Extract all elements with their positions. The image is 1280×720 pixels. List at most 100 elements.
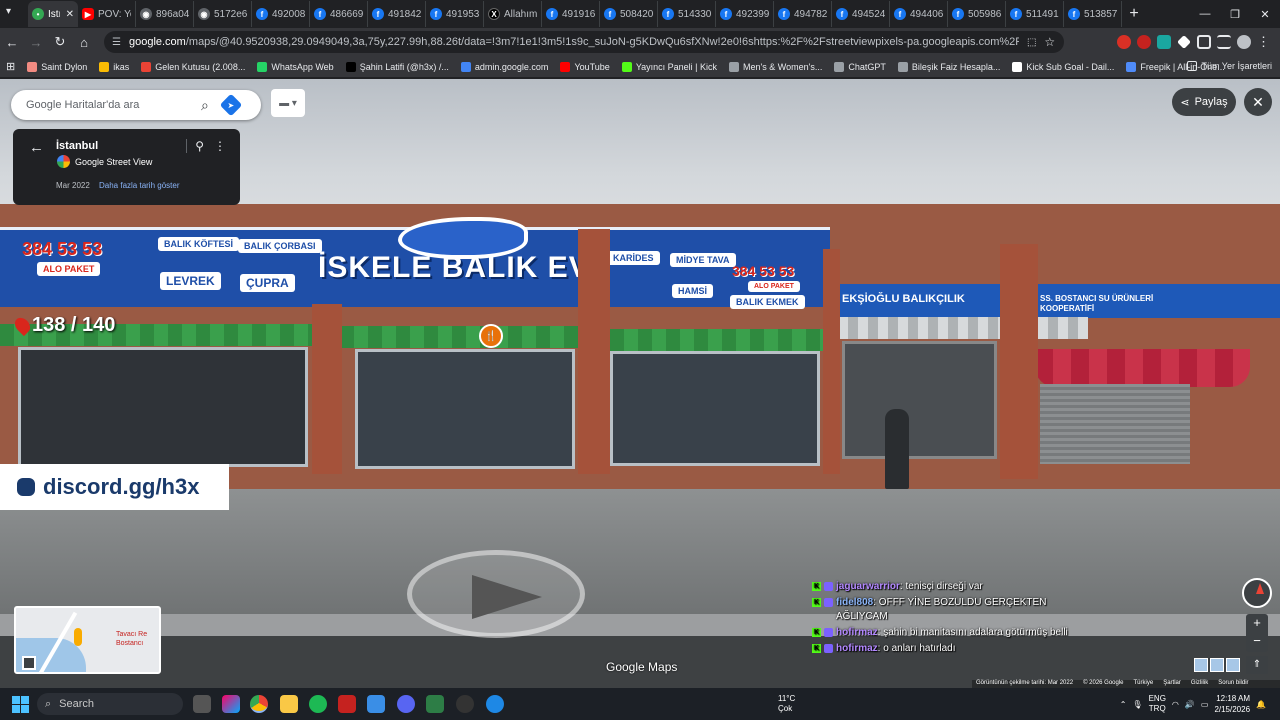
share-button[interactable]: ⋖ Paylaş <box>1172 88 1236 116</box>
bookmark-item[interactable]: admin.google.com <box>460 61 548 72</box>
bookmark-item[interactable]: ChatGPT <box>834 61 886 72</box>
tab[interactable]: f 514330 <box>658 1 716 27</box>
bookmark-item[interactable]: Saint Dylon <box>27 61 87 72</box>
tab[interactable]: ◉ 896a04 <box>136 1 194 27</box>
extension-icon-red[interactable] <box>1117 35 1131 49</box>
bookmark-item[interactable]: Kick Sub Goal - Dail... <box>1012 61 1114 72</box>
close-window-icon[interactable]: ✕ <box>1250 0 1280 28</box>
close-tab-icon[interactable]: ✕ <box>66 9 74 20</box>
weather-widget[interactable]: 11°C Çok <box>778 694 795 714</box>
restaurant-marker-icon[interactable]: 🍴 <box>479 324 503 348</box>
fullscreen-icon[interactable] <box>22 656 36 670</box>
bookmark-item[interactable]: Şahin Latifi (@h3x) /... <box>345 61 449 72</box>
url-text[interactable]: google.com/maps/@40.9520938,29.0949049,3… <box>129 36 1019 48</box>
tab[interactable]: f 491842 <box>368 1 426 27</box>
profile-avatar-icon[interactable] <box>1237 35 1251 49</box>
tab[interactable]: f 511491 <box>1006 1 1064 27</box>
taskbar-search[interactable]: ⌕ Search <box>37 693 183 715</box>
discord-taskbar-icon[interactable] <box>397 695 415 713</box>
extension-icon-diamond[interactable] <box>1177 35 1191 49</box>
tab[interactable]: X Allahım <box>484 1 542 27</box>
zoom-out-button[interactable]: − <box>1246 632 1268 650</box>
back-icon[interactable]: ← <box>0 30 24 54</box>
tab[interactable]: f 491916 <box>542 1 600 27</box>
bookmark-item[interactable]: ikas <box>99 61 129 72</box>
menu-kebab-icon[interactable]: ⋮ <box>1257 34 1270 50</box>
maps-search-box[interactable]: Google Haritalar'da ara ⌕ ➤ <box>11 90 261 120</box>
obs-icon[interactable] <box>456 695 474 713</box>
tab[interactable]: f 513857 <box>1064 1 1122 27</box>
tray-chevron-icon[interactable]: ⌃ <box>1120 700 1127 709</box>
tab[interactable]: ◉ 5172e6 <box>194 1 252 27</box>
terminal-icon[interactable] <box>426 695 444 713</box>
search-icon[interactable]: ⌕ <box>201 97 209 114</box>
pegman-icon[interactable] <box>74 628 82 646</box>
bookmark-item[interactable]: Gelen Kutusu (2.008... <box>141 61 245 72</box>
restore-icon[interactable]: ❐ <box>1220 0 1250 28</box>
app-red-icon[interactable] <box>338 695 356 713</box>
site-info-icon[interactable]: ☰ <box>112 37 121 48</box>
mic-icon[interactable]: 🎙 <box>1132 700 1142 709</box>
tab[interactable]: f 505986 <box>948 1 1006 27</box>
compass-icon[interactable] <box>1242 578 1272 608</box>
minimap[interactable]: Tavacı Re Bostancı <box>14 606 161 674</box>
bookmark-star-icon[interactable]: ☆ <box>1044 35 1055 49</box>
app-blue-icon[interactable] <box>486 695 504 713</box>
location-pin-icon[interactable]: ⚲ <box>195 139 204 153</box>
install-icon[interactable]: ⬚ <box>1027 37 1036 48</box>
file-explorer-icon[interactable] <box>280 695 298 713</box>
tab[interactable]: f 494782 <box>774 1 832 27</box>
reload-icon[interactable]: ↻ <box>48 30 72 54</box>
taskbar: ⌕ Search 11°C Çok ⌃ 🎙 ENG TRQ ◠ 🔊 ▭ 12:18 A… <box>0 688 1280 720</box>
tab-search-icon[interactable]: ▾ <box>6 6 22 22</box>
home-icon[interactable]: ⌂ <box>72 30 96 54</box>
expand-icon[interactable]: ⇑ <box>1246 656 1268 674</box>
bookmark-item[interactable]: YouTube <box>560 61 610 72</box>
clock[interactable]: 12:18 AM 2/15/2026 <box>1214 693 1250 715</box>
photo-thumbnails[interactable] <box>1194 658 1240 672</box>
tab[interactable]: f 494524 <box>832 1 890 27</box>
zoom-in-button[interactable]: + <box>1246 614 1268 632</box>
wifi-icon[interactable]: ◠ <box>1172 700 1179 709</box>
spotify-icon[interactable] <box>309 695 327 713</box>
app-network-icon[interactable] <box>367 695 385 713</box>
directions-icon[interactable]: ➤ <box>219 93 243 117</box>
navigation-arrow[interactable] <box>407 550 585 638</box>
volume-icon[interactable]: 🔊 <box>1185 700 1195 709</box>
media-icon[interactable] <box>1217 35 1231 49</box>
layers-button[interactable]: ▬ ▾ <box>271 89 305 117</box>
close-street-view-icon[interactable]: ✕ <box>1244 88 1272 116</box>
back-arrow-icon[interactable]: ← <box>29 139 44 156</box>
apps-grid-icon[interactable]: ⊞ <box>6 60 15 73</box>
forward-icon[interactable]: → <box>24 30 48 54</box>
tab[interactable]: ▶ POV: Yo <box>78 1 136 27</box>
bookmark-item[interactable]: Bileşik Faiz Hesapla... <box>897 61 1000 72</box>
tab[interactable]: f 492008 <box>252 1 310 27</box>
new-tab-button[interactable]: + <box>1122 5 1146 23</box>
bookmark-item[interactable]: WhatsApp Web <box>257 61 334 72</box>
tab[interactable]: f 508420 <box>600 1 658 27</box>
extension-icon-pin[interactable] <box>1137 35 1151 49</box>
windows-start-icon[interactable] <box>12 696 29 713</box>
language-indicator[interactable]: ENG TRQ <box>1149 694 1166 714</box>
bookmark-item[interactable]: Yayıncı Paneli | Kick <box>621 61 717 72</box>
chrome-icon[interactable] <box>250 695 268 713</box>
tab[interactable]: f 486669 <box>310 1 368 27</box>
more-options-icon[interactable]: ⋮ <box>214 139 226 153</box>
tab[interactable]: f 492399 <box>716 1 774 27</box>
battery-icon[interactable]: ▭ <box>1201 700 1209 709</box>
notifications-icon[interactable]: 🔔 <box>1256 700 1266 709</box>
task-view-icon[interactable] <box>193 695 211 713</box>
tab[interactable]: f 494406 <box>890 1 948 27</box>
extension-icon-teal[interactable] <box>1157 35 1171 49</box>
more-dates-link[interactable]: Daha fazla tarih göster <box>99 181 180 190</box>
tab-active[interactable]: • İstı ✕ <box>28 1 78 27</box>
address-bar[interactable]: ☰ google.com/maps/@40.9520938,29.0949049… <box>104 31 1064 53</box>
search-input[interactable]: Google Haritalar'da ara <box>26 99 201 111</box>
bookmark-item[interactable]: Men's & Women's... <box>729 61 822 72</box>
minimize-icon[interactable]: — <box>1190 0 1220 28</box>
all-bookmarks[interactable]: Tüm Yer İşaretleri <box>1187 61 1272 71</box>
extensions-puzzle-icon[interactable] <box>1197 35 1211 49</box>
copilot-icon[interactable] <box>222 695 240 713</box>
tab[interactable]: f 491953 <box>426 1 484 27</box>
